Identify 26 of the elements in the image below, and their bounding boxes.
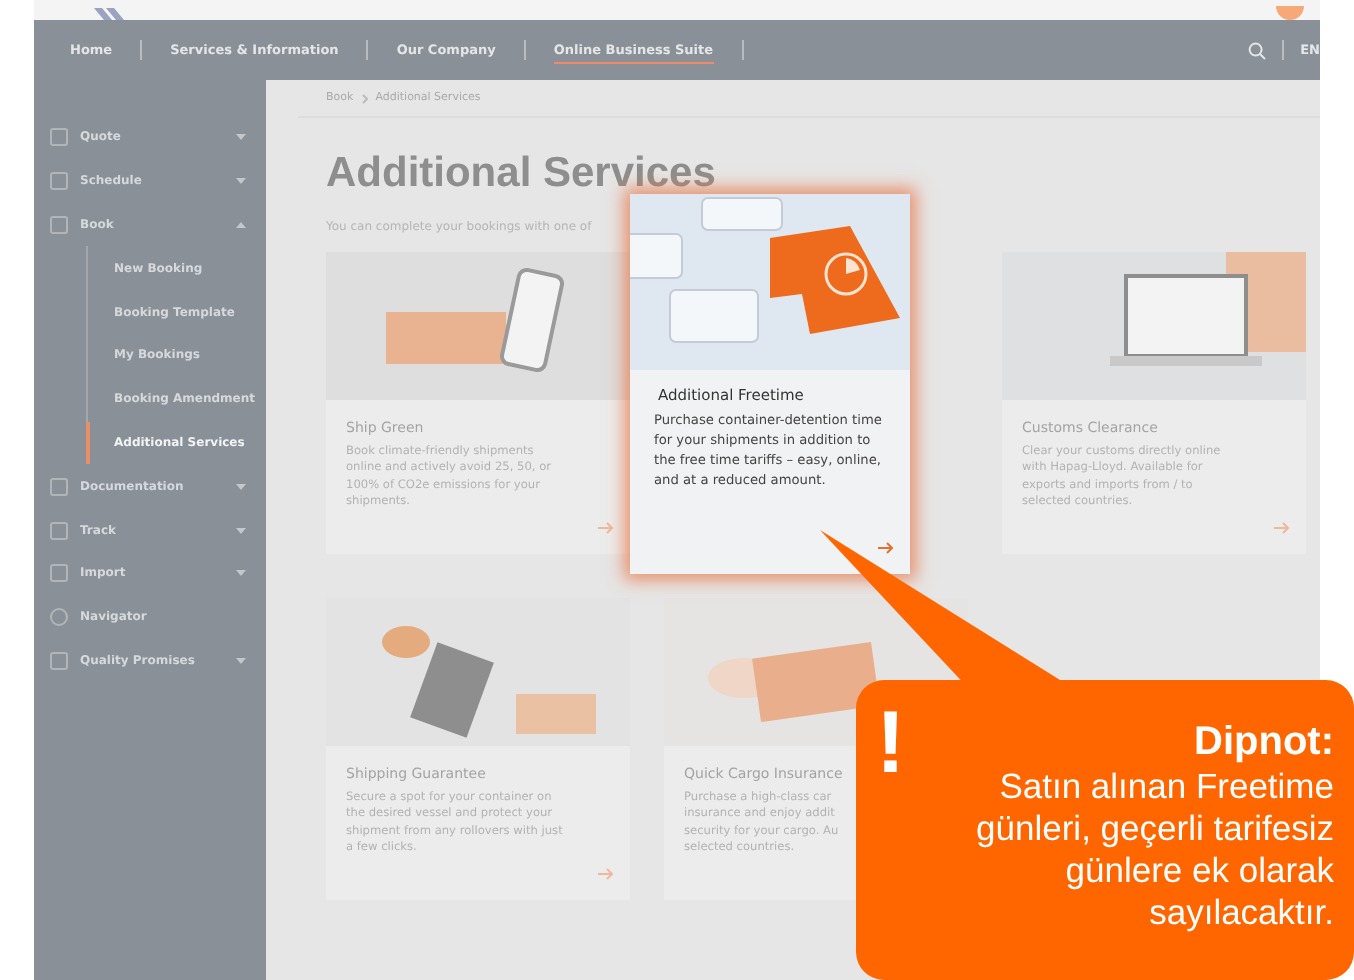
menu-item-icon — [50, 521, 68, 540]
search-icon[interactable] — [1248, 41, 1267, 59]
callout-text: Satın alınan Freetime günleri, geçerli tarifesiz günlere ek olarak sayılacaktır. — [974, 766, 1334, 934]
arrow-right-icon[interactable] — [598, 522, 614, 534]
menu-item-icon — [50, 172, 68, 191]
chevron-icon — [236, 527, 246, 534]
exclamation-mark: ! — [876, 700, 906, 796]
chevron-icon — [236, 178, 246, 185]
callout-title: Dipnot: — [1192, 720, 1334, 766]
menu-item-icon — [50, 477, 68, 496]
menu-item-icon — [50, 608, 68, 627]
avatar-icon[interactable] — [1276, 6, 1304, 20]
chevron-icon — [236, 134, 246, 141]
arrow-right-icon[interactable] — [598, 868, 614, 880]
arrow-right-icon[interactable] — [1274, 522, 1290, 534]
breadcrumb-separator-icon — [361, 93, 368, 103]
menu-item-icon — [50, 564, 68, 583]
menu-item-icon — [50, 215, 68, 234]
chevron-icon — [236, 570, 246, 577]
arrow-right-icon[interactable] — [878, 542, 894, 554]
page-title: Additional Services — [326, 150, 718, 198]
chevron-icon — [236, 483, 246, 490]
chevron-icon — [236, 657, 246, 664]
menu-item-icon — [50, 128, 68, 147]
menu-item-icon — [50, 651, 68, 670]
chevron-icon — [236, 221, 246, 228]
